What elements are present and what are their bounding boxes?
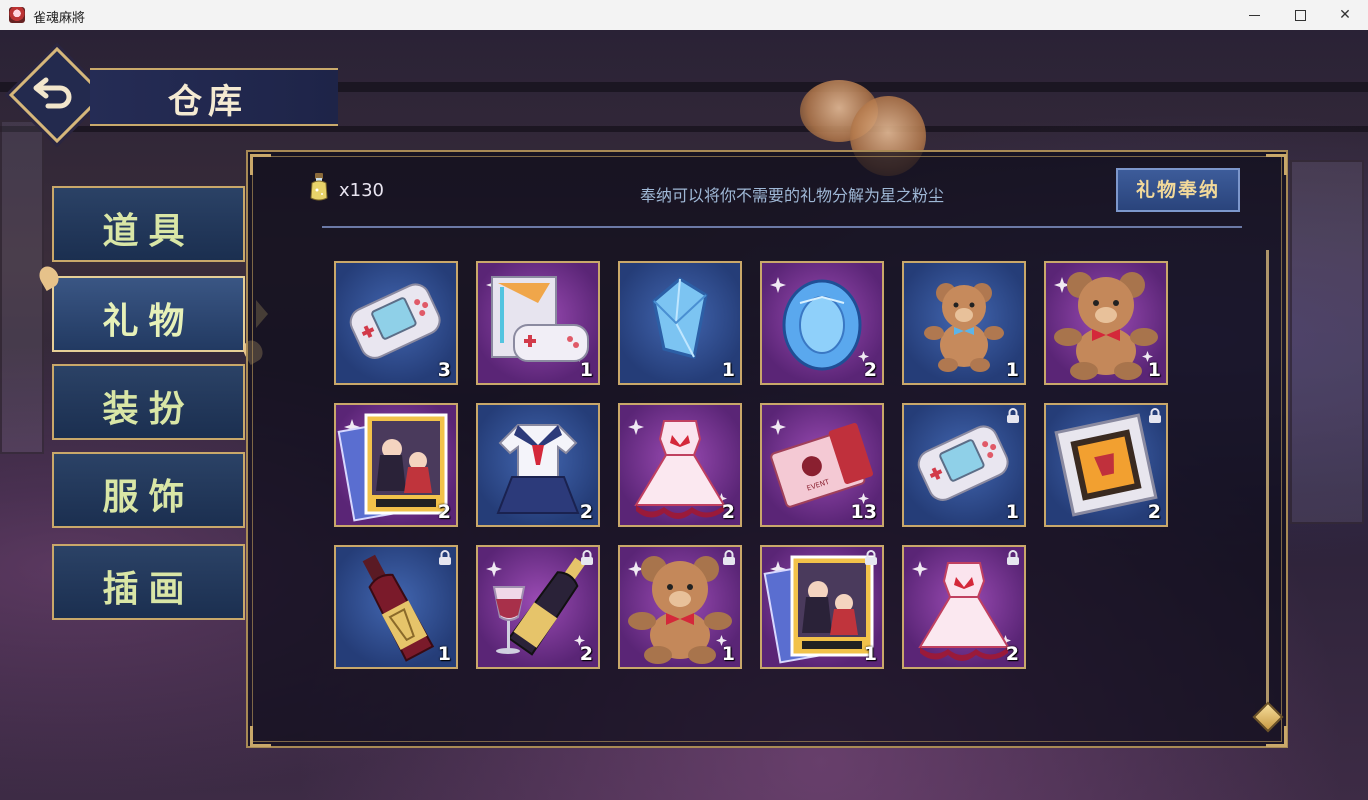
tab-illustrations[interactable]: 插画	[52, 544, 245, 620]
inventory-item[interactable]: 2	[902, 545, 1026, 669]
tab-label: 道具	[102, 210, 195, 252]
lock-icon	[581, 550, 593, 565]
item-quantity: 2	[863, 359, 877, 381]
header-divider	[322, 226, 1242, 228]
item-quantity: 2	[579, 501, 593, 523]
tab-label: 装扮	[102, 388, 195, 430]
inventory-item[interactable]: 1	[618, 545, 742, 669]
item-quantity: 1	[579, 359, 593, 381]
gift-offering-button[interactable]: 礼物奉纳	[1116, 168, 1240, 212]
item-quantity: 2	[1005, 643, 1019, 665]
item-quantity: 1	[1147, 359, 1161, 381]
window-title: 雀魂麻將	[33, 11, 86, 26]
lock-icon	[439, 550, 451, 565]
tab-label: 服饰	[102, 476, 195, 518]
offering-hint-text: 奉纳可以将你不需要的礼物分解为星之粉尘	[640, 186, 945, 205]
background-beam	[0, 126, 1368, 132]
window-titlebar: 雀魂麻將 ✕	[0, 0, 1368, 31]
inventory-item[interactable]: 1	[902, 403, 1026, 527]
inventory-item[interactable]: 1	[1044, 261, 1168, 385]
lock-icon	[1007, 408, 1019, 423]
item-quantity: 1	[437, 643, 451, 665]
close-button[interactable]: ✕	[1322, 0, 1368, 30]
item-quantity: 2	[721, 501, 735, 523]
tab-outfits[interactable]: 装扮	[52, 364, 245, 440]
item-quantity: 2	[579, 643, 593, 665]
tab-gifts[interactable]: 礼物	[52, 276, 245, 352]
background-shoji	[1290, 160, 1364, 524]
item-quantity: 1	[721, 359, 735, 381]
tab-items[interactable]: 道具	[52, 186, 245, 262]
panel-corner	[1266, 154, 1287, 175]
inventory-item[interactable]: 2	[334, 403, 458, 527]
inventory-item[interactable]: 2	[760, 261, 884, 385]
item-quantity: 1	[1005, 359, 1019, 381]
scrollbar-track[interactable]	[1266, 250, 1269, 708]
minimize-button[interactable]	[1232, 0, 1278, 30]
inventory-item[interactable]: 3	[334, 261, 458, 385]
lock-icon	[1007, 550, 1019, 565]
item-quantity: 3	[437, 359, 451, 381]
maximize-button[interactable]	[1278, 0, 1324, 30]
star-dust-count: x130	[339, 180, 385, 201]
inventory-item[interactable]: 1	[760, 545, 884, 669]
back-arrow-icon	[33, 77, 72, 109]
lock-icon	[865, 550, 877, 565]
star-dust-bottle-icon	[310, 173, 328, 201]
item-quantity: 2	[1147, 501, 1161, 523]
inventory-item[interactable]: 2	[476, 403, 600, 527]
tab-accessories[interactable]: 服饰	[52, 452, 245, 528]
inventory-item[interactable]: 2	[1044, 403, 1168, 527]
tab-label: 礼物	[102, 300, 195, 342]
back-button[interactable]	[8, 46, 106, 144]
inventory-item[interactable]: EVENT 13	[760, 403, 884, 527]
item-quantity: 2	[437, 501, 451, 523]
page-title: 仓库	[168, 82, 248, 122]
item-quantity: 1	[863, 643, 877, 665]
inventory-item[interactable]: 2	[476, 545, 600, 669]
panel-corner	[250, 154, 271, 175]
background-shoji	[0, 120, 44, 454]
panel-corner	[250, 726, 271, 747]
inventory-item[interactable]: 2	[618, 403, 742, 527]
item-quantity: 1	[1005, 501, 1019, 523]
lock-icon	[1149, 408, 1161, 423]
inventory-item[interactable]: 1	[476, 261, 600, 385]
lock-icon	[723, 550, 735, 565]
inventory-item[interactable]: 1	[334, 545, 458, 669]
inventory-item[interactable]: 1	[902, 261, 1026, 385]
item-quantity: 13	[850, 501, 877, 523]
tab-label: 插画	[102, 568, 195, 610]
item-quantity: 1	[721, 643, 735, 665]
inventory-item[interactable]: 1	[618, 261, 742, 385]
app-icon	[9, 7, 25, 23]
